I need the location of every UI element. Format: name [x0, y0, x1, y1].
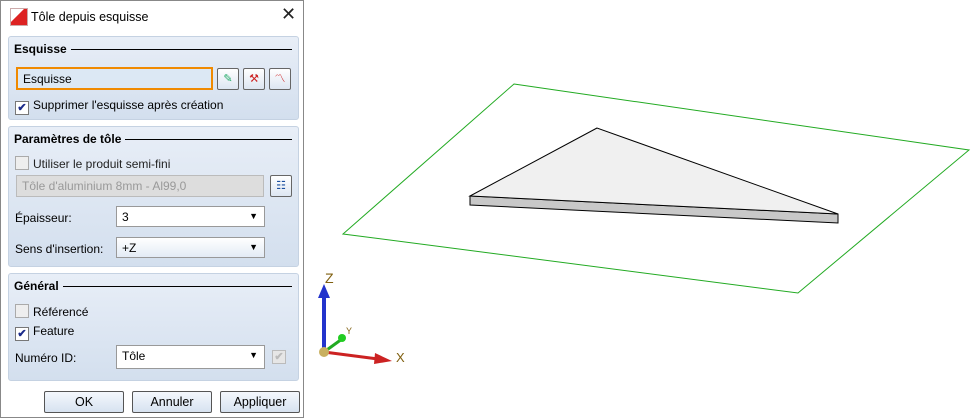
y-axis-label: Y	[346, 326, 352, 336]
z-axis-label: Z	[325, 270, 334, 286]
3d-viewport[interactable]: Z Y X	[0, 0, 976, 419]
x-axis-label: X	[396, 350, 405, 365]
axis-triad: Z Y X	[318, 270, 405, 365]
